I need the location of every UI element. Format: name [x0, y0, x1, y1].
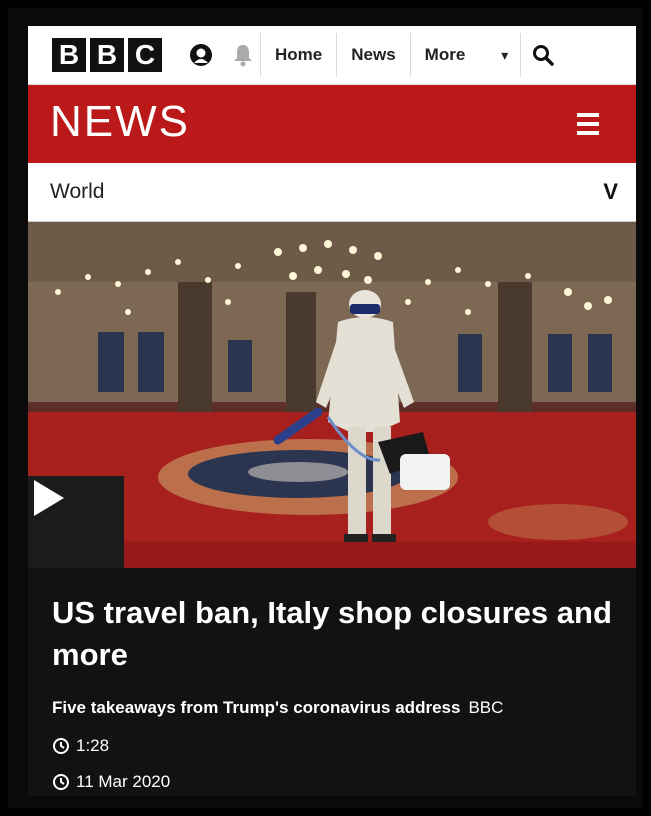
clock-icon — [53, 774, 69, 790]
play-video-button[interactable] — [28, 476, 124, 568]
story-summary-row: Five takeaways from Trump's coronavirus … — [52, 698, 632, 718]
story-duration: 1:28 — [76, 736, 110, 755]
clock-icon — [53, 738, 69, 754]
story-card[interactable]: US travel ban, Italy shop closures and m… — [28, 568, 636, 796]
hamburger-menu-icon[interactable] — [570, 107, 606, 141]
play-icon — [34, 480, 64, 516]
story-date-row: 11 Mar 2020 — [52, 772, 170, 792]
chevron-down-icon[interactable]: V — [603, 179, 618, 205]
nav-news-link[interactable]: News — [337, 26, 409, 84]
nav-home-link[interactable]: Home — [261, 26, 336, 84]
story-hero-image[interactable] — [28, 222, 636, 568]
story-summary: Five takeaways from Trump's coronavirus … — [52, 698, 461, 717]
search-icon[interactable] — [521, 26, 565, 84]
news-header: NEWS — [28, 85, 636, 163]
section-label: World — [50, 180, 105, 203]
story-source: BBC — [468, 698, 504, 717]
section-selector[interactable]: World V — [28, 163, 636, 222]
news-brand[interactable]: NEWS — [50, 97, 190, 147]
story-duration-row: 1:28 — [52, 736, 109, 756]
story-date: 11 Mar 2020 — [76, 772, 171, 791]
logo-letter-b2: B — [90, 38, 124, 72]
mobile-screen: B B C Home News More ▾ NEWS World V US t… — [28, 26, 636, 796]
device-frame: B B C Home News More ▾ NEWS World V US t… — [8, 8, 643, 808]
story-headline[interactable]: US travel ban, Italy shop closures and m… — [52, 592, 612, 676]
logo-letter-c: C — [128, 38, 162, 72]
account-icon[interactable] — [184, 38, 218, 72]
nav-more-link[interactable]: More — [411, 26, 466, 84]
logo-letter-b1: B — [52, 38, 86, 72]
bbc-logo[interactable]: B B C — [52, 38, 162, 72]
more-caret-icon[interactable]: ▾ — [465, 47, 520, 64]
bbc-top-bar: B B C Home News More ▾ — [28, 26, 636, 85]
notification-bell-icon[interactable] — [226, 38, 260, 72]
